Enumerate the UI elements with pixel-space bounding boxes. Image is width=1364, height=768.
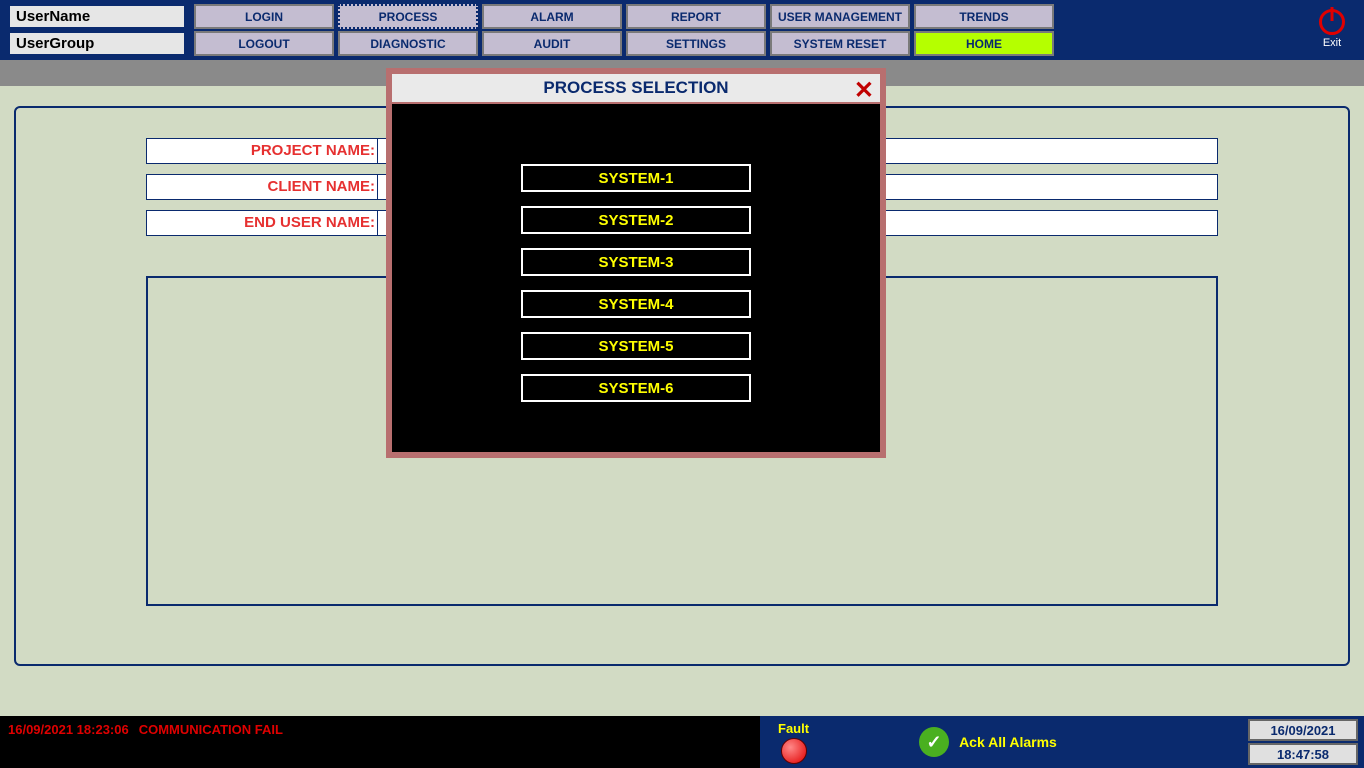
system-reset-button[interactable]: SYSTEM RESET xyxy=(770,31,910,56)
alarm-timestamp: 16/09/2021 18:23:06 xyxy=(8,722,129,737)
system-2-button[interactable]: SYSTEM-2 xyxy=(521,206,751,234)
end-user-name-label: END USER NAME: xyxy=(146,210,378,236)
username-field: UserName xyxy=(8,4,186,29)
nav-grid: LOGIN PROCESS ALARM REPORT USER MANAGEME… xyxy=(194,4,1054,56)
user-management-button[interactable]: USER MANAGEMENT xyxy=(770,4,910,29)
audit-button[interactable]: AUDIT xyxy=(482,31,622,56)
logout-button[interactable]: LOGOUT xyxy=(194,31,334,56)
date-display: 16/09/2021 xyxy=(1248,719,1358,741)
fault-indicator: Fault xyxy=(778,721,809,764)
checkmark-icon: ✓ xyxy=(919,727,949,757)
modal-title: PROCESS SELECTION xyxy=(543,78,728,98)
exit-button[interactable]: Exit xyxy=(1308,4,1356,54)
trends-button[interactable]: TRENDS xyxy=(914,4,1054,29)
user-info: UserName UserGroup xyxy=(8,4,186,56)
system-1-button[interactable]: SYSTEM-1 xyxy=(521,164,751,192)
usergroup-field: UserGroup xyxy=(8,31,186,56)
system-5-button[interactable]: SYSTEM-5 xyxy=(521,332,751,360)
time-display: 18:47:58 xyxy=(1248,743,1358,765)
login-button[interactable]: LOGIN xyxy=(194,4,334,29)
modal-header: PROCESS SELECTION ✕ xyxy=(392,74,880,104)
home-button[interactable]: HOME xyxy=(914,31,1054,56)
close-icon[interactable]: ✕ xyxy=(854,76,874,105)
settings-button[interactable]: SETTINGS xyxy=(626,31,766,56)
ack-label: Ack All Alarms xyxy=(959,734,1057,750)
alarm-text: COMMUNICATION FAIL xyxy=(139,722,283,737)
process-selection-modal: PROCESS SELECTION ✕ SYSTEM-1 SYSTEM-2 SY… xyxy=(386,68,886,458)
client-name-label: CLIENT NAME: xyxy=(146,174,378,200)
project-name-label: PROJECT NAME: xyxy=(146,138,378,164)
ack-all-alarms-button[interactable]: ✓ Ack All Alarms xyxy=(919,727,1057,757)
status-bar: 16/09/2021 18:23:06 COMMUNICATION FAIL F… xyxy=(0,716,1364,768)
alarm-message-area: 16/09/2021 18:23:06 COMMUNICATION FAIL xyxy=(0,716,760,768)
diagnostic-button[interactable]: DIAGNOSTIC xyxy=(338,31,478,56)
process-button[interactable]: PROCESS xyxy=(338,4,478,29)
system-3-button[interactable]: SYSTEM-3 xyxy=(521,248,751,276)
power-icon xyxy=(1319,9,1345,35)
system-4-button[interactable]: SYSTEM-4 xyxy=(521,290,751,318)
report-button[interactable]: REPORT xyxy=(626,4,766,29)
exit-label: Exit xyxy=(1323,37,1341,49)
clock-box: 16/09/2021 18:47:58 xyxy=(1248,719,1358,765)
alarm-button[interactable]: ALARM xyxy=(482,4,622,29)
system-6-button[interactable]: SYSTEM-6 xyxy=(521,374,751,402)
fault-label: Fault xyxy=(778,721,809,736)
fault-lamp-icon xyxy=(781,738,807,764)
modal-body: SYSTEM-1 SYSTEM-2 SYSTEM-3 SYSTEM-4 SYST… xyxy=(392,104,880,452)
top-nav-bar: UserName UserGroup LOGIN PROCESS ALARM R… xyxy=(0,0,1364,60)
